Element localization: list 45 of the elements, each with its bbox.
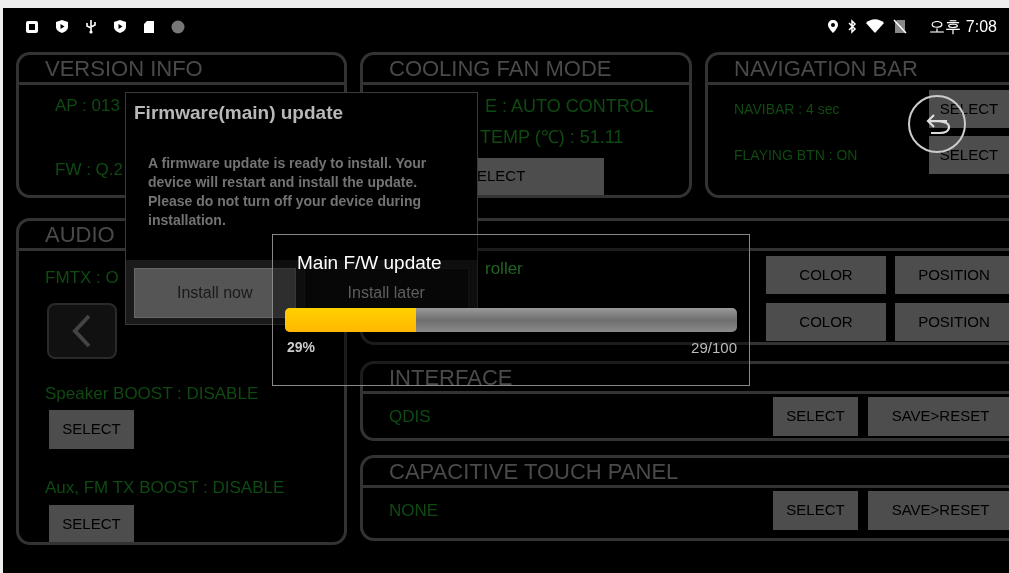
panel-title: COOLING FAN MODE <box>363 55 689 85</box>
dialog-title: Firmware(main) update <box>133 101 345 125</box>
location-icon <box>827 19 840 34</box>
version-text: AP : 013 <box>55 95 120 117</box>
chevron-left-icon <box>72 313 92 348</box>
setting-text: NAVIBAR : 4 sec <box>734 99 840 119</box>
select-button[interactable]: SELECT <box>49 410 134 449</box>
select-button[interactable]: SELECT <box>49 504 134 542</box>
wifi-icon <box>865 19 886 34</box>
panel-title: INTERFACE <box>363 364 1009 394</box>
setting-text: roller <box>485 258 523 280</box>
circle-icon <box>171 19 185 34</box>
fmtx-text: FMTX : O <box>45 267 120 289</box>
status-time: 오후 7:08 <box>929 16 997 37</box>
progress-count: 29/100 <box>691 337 737 358</box>
bluetooth-icon <box>847 19 858 34</box>
shield-icon <box>113 19 127 34</box>
shield-icon <box>55 19 69 34</box>
position-button[interactable]: POSITION <box>895 256 1009 294</box>
setting-text: QDIS <box>389 405 431 428</box>
progress-percent: 29% <box>287 337 316 357</box>
square-icon <box>25 19 39 34</box>
save-reset-button[interactable]: SAVE>RESET <box>868 397 1009 436</box>
usb-icon <box>85 19 97 34</box>
panel-title: NAVIGATION BAR <box>708 55 1009 85</box>
version-text: FW : Q.2 <box>55 158 123 181</box>
select-button[interactable]: SELECT <box>773 397 858 436</box>
setting-text: FLAYING BTN : ON <box>734 145 858 165</box>
no-sim-icon <box>893 19 908 34</box>
panel-title: VERSION INFO <box>19 55 344 85</box>
position-button[interactable]: POSITION <box>895 303 1009 341</box>
install-now-button[interactable]: Install now <box>134 268 296 318</box>
boost-text: Aux, FM TX BOOST : DISABLE <box>45 477 286 499</box>
color-button[interactable]: COLOR <box>766 256 886 294</box>
boost-text: Speaker BOOST : DISABLE <box>45 382 260 405</box>
sd-card-icon <box>143 19 155 34</box>
panel-title: CAPACITIVE TOUCH PANEL <box>363 458 1009 488</box>
select-button[interactable]: SELECT <box>929 136 1009 174</box>
color-button[interactable]: COLOR <box>766 303 886 341</box>
save-reset-button[interactable]: SAVE>RESET <box>868 491 1009 530</box>
temperature-text: TEMP (℃) : 51.11 <box>479 126 625 149</box>
fan-mode-text: E : AUTO CONTROL <box>484 95 655 118</box>
select-button[interactable]: ELECT <box>477 158 604 195</box>
select-button[interactable]: SELECT <box>773 491 858 530</box>
setting-text: NONE <box>389 499 439 522</box>
